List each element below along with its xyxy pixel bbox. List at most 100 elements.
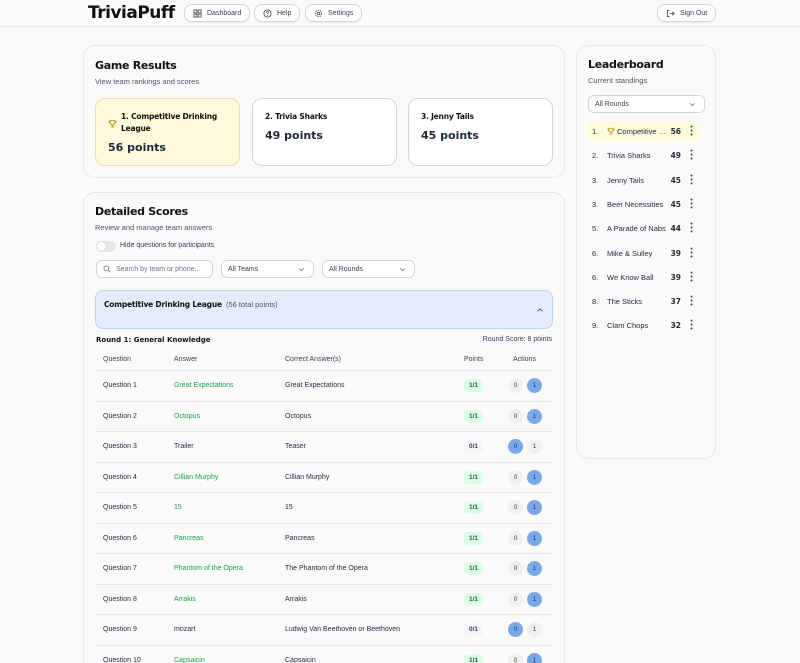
leaderboard-rank: 1.	[592, 127, 599, 136]
more-options-icon[interactable]	[690, 198, 693, 209]
mark-correct-button[interactable]: 1	[527, 469, 542, 485]
answer-cell: Trailer	[174, 443, 194, 450]
more-options-icon[interactable]	[690, 271, 693, 282]
result-third-place[interactable]: 3. Jenny Tails 45 points	[408, 98, 553, 166]
mark-incorrect-button[interactable]: 0	[508, 500, 523, 515]
leaderboard-item[interactable]: 6. Mike & Sulley 39	[587, 243, 699, 263]
hide-questions-toggle[interactable]	[96, 241, 116, 252]
gear-icon	[314, 9, 323, 17]
mark-incorrect-button[interactable]: 0	[508, 408, 523, 424]
help-label: Help	[277, 9, 292, 17]
team-accordion-header[interactable]: Competitive Drinking League (56 total po…	[95, 290, 553, 329]
detailed-scores-subtitle: Review and manage team answers	[95, 223, 213, 232]
more-options-icon[interactable]	[690, 247, 693, 258]
header-answer: Answer	[174, 356, 198, 363]
leaderboard-round-select[interactable]: All Rounds	[588, 95, 705, 113]
correct-answer-cell: Teaser	[285, 443, 307, 450]
round-filter-select[interactable]: All Rounds	[322, 260, 415, 278]
leaderboard-team-name: Jenny Tails	[607, 175, 644, 185]
leaderboard-score: 44	[670, 224, 681, 234]
mark-correct-button[interactable]: 1	[527, 530, 542, 546]
result-second-place[interactable]: 2. Trivia Sharks 49 points	[252, 98, 397, 166]
more-options-icon[interactable]	[690, 295, 693, 306]
chevron-down-icon	[690, 103, 695, 107]
result-third-points: 45 points	[421, 129, 479, 142]
mark-correct-button[interactable]: 1	[527, 652, 542, 663]
leaderboard-team-name: Mike & Sulley	[607, 248, 653, 258]
leaderboard-team-wrap: Trivia Sharks	[607, 151, 669, 160]
team-filter-value: All Teams	[228, 265, 259, 273]
chevron-down-icon	[299, 268, 304, 272]
mark-correct-button[interactable]: 1	[527, 378, 542, 393]
leaderboard-item[interactable]: 3. Beer Necessities 45	[587, 194, 699, 214]
mark-correct-button[interactable]: 1	[527, 622, 542, 637]
leaderboard-item[interactable]: 5. A Parade of Nabs 44	[587, 218, 699, 238]
mark-incorrect-button[interactable]: 0	[508, 622, 523, 637]
settings-button[interactable]: Settings	[305, 4, 363, 22]
correct-answer-cell: The Phantom of the Opera	[285, 565, 368, 572]
round-title: Round 1: General Knowledge	[96, 336, 211, 344]
leaderboard-rank: 3.	[592, 199, 599, 209]
table-row: Question 8 Arrakis Arrakis 1/1 0 1	[95, 583, 553, 614]
leaderboard-title: Leaderboard	[588, 58, 664, 71]
mark-incorrect-button[interactable]: 0	[508, 561, 523, 576]
search-input[interactable]: Search by team or phone...	[96, 260, 213, 278]
mark-correct-button[interactable]: 1	[527, 561, 542, 576]
dashboard-button[interactable]: Dashboard	[184, 4, 251, 22]
leaderboard-item[interactable]: 9. Clam Chops 32	[587, 315, 699, 335]
leaderboard-rank: 6.	[592, 272, 599, 282]
sign-out-button[interactable]: Sign Out	[657, 4, 717, 22]
answer-cell: Octopus	[174, 412, 201, 420]
leaderboard-round-value: All Rounds	[595, 100, 629, 108]
leaderboard-team-wrap: Mike & Sulley	[607, 249, 669, 258]
result-first-place[interactable]: 1. Competitive Drinking League 56 points	[95, 98, 240, 166]
more-options-icon[interactable]	[690, 125, 693, 136]
more-options-icon[interactable]	[690, 222, 693, 233]
mark-correct-button[interactable]: 1	[527, 591, 542, 607]
leaderboard-rank: 2.	[592, 151, 599, 161]
leaderboard-team-wrap: A Parade of Nabs	[607, 224, 669, 233]
mark-incorrect-button[interactable]: 0	[508, 530, 523, 546]
points-badge: 1/1	[464, 501, 484, 514]
mark-incorrect-button[interactable]: 0	[508, 378, 523, 393]
mark-correct-button[interactable]: 1	[527, 439, 542, 454]
points-badge: 1/1	[464, 379, 484, 392]
leaderboard-item[interactable]: 1. Competitive Drinking League56	[587, 121, 699, 141]
result-second-points: 49 points	[265, 129, 323, 142]
chevron-down-icon	[400, 268, 405, 272]
points-badge: 1/1	[464, 562, 484, 575]
help-button[interactable]: Help	[254, 4, 301, 22]
team-filter-select[interactable]: All Teams	[221, 260, 314, 278]
question-cell: Question 10	[103, 656, 141, 663]
more-options-icon[interactable]	[690, 174, 693, 185]
detailed-scores-card: Detailed Scores Review and manage team a…	[83, 192, 565, 663]
leaderboard-item[interactable]: 3. Jenny Tails 45	[587, 170, 699, 190]
app-logo[interactable]: TriviaPuff	[88, 3, 175, 23]
mark-incorrect-button[interactable]: 0	[508, 591, 523, 607]
team-accordion-name: Competitive Drinking League	[104, 300, 222, 309]
leaderboard-item[interactable]: 6. We Know Ball 39	[587, 267, 699, 287]
leaderboard-item[interactable]: 8. The Sticks 37	[587, 291, 699, 311]
grid-icon	[193, 8, 202, 18]
detailed-scores-title: Detailed Scores	[95, 205, 188, 218]
mark-incorrect-button[interactable]: 0	[508, 652, 523, 663]
points-badge: 1/1	[464, 592, 484, 606]
question-cell: Question 3	[103, 443, 137, 450]
answer-cell: Arrakis	[174, 595, 196, 603]
round-filter-value: All Rounds	[329, 265, 363, 273]
header-actions: Actions	[513, 356, 536, 363]
mark-incorrect-button[interactable]: 0	[508, 439, 523, 454]
more-options-icon[interactable]	[690, 149, 693, 160]
leaderboard-team-wrap: The Sticks	[607, 297, 669, 306]
mark-correct-button[interactable]: 1	[527, 500, 542, 515]
team-accordion-total: (56 total points)	[225, 300, 278, 309]
mark-correct-button[interactable]: 1	[527, 408, 542, 424]
leaderboard-item[interactable]: 2. Trivia Sharks 49	[587, 145, 699, 165]
game-results-subtitle: View team rankings and scores	[95, 77, 200, 86]
more-options-icon[interactable]	[690, 319, 693, 330]
leaderboard-team-wrap: Clam Chops	[607, 321, 669, 330]
table-row: Question 3 Trailer Teaser 0/1 0 1	[95, 431, 553, 461]
top-bar: TriviaPuff Dashboard Help Settings Sign …	[0, 0, 800, 27]
mark-incorrect-button[interactable]: 0	[508, 469, 523, 485]
points-badge: 1/1	[464, 409, 484, 423]
